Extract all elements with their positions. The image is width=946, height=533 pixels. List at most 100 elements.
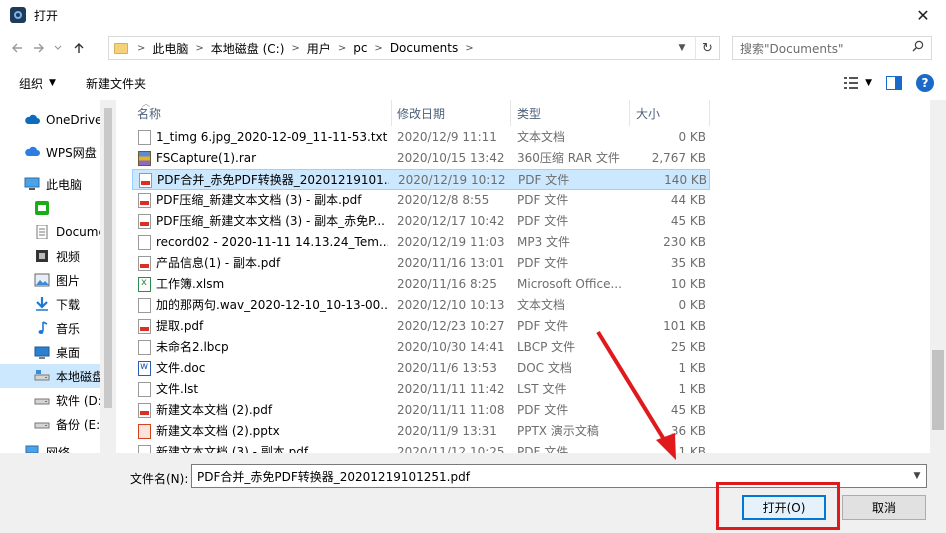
file-row[interactable]: 文件.lst 2020/11/11 11:42 LST 文件 1 KB	[132, 379, 710, 400]
file-txt-icon	[138, 298, 151, 313]
breadcrumb-drive-c[interactable]: 本地磁盘 (C:)	[211, 40, 285, 57]
file-row[interactable]: 文件.doc 2020/11/6 13:53 DOC 文档 1 KB	[132, 358, 710, 379]
list-scrollbar[interactable]	[930, 100, 946, 453]
cloud-icon	[25, 114, 40, 124]
file-type: MP3 文件	[517, 235, 571, 249]
nav-item-documents[interactable]: Documents	[0, 220, 100, 244]
nav-item-this-pc[interactable]: 此电脑	[0, 172, 100, 196]
file-txt-icon	[138, 382, 151, 397]
nav-item-app[interactable]	[0, 196, 100, 220]
breadcrumb-pc[interactable]: pc	[353, 41, 367, 55]
nav-scrollbar[interactable]	[100, 100, 116, 453]
nav-item-wps-cloud[interactable]: WPS网盘	[0, 140, 100, 164]
chevron-right-icon[interactable]: >	[195, 43, 203, 54]
file-name: 文件.doc	[156, 361, 206, 375]
search-icon[interactable]	[912, 40, 924, 52]
file-row[interactable]: PDF压缩_新建文本文档 (3) - 副本.pdf 2020/12/8 8:55 P…	[132, 190, 710, 211]
chevron-right-icon[interactable]: >	[137, 43, 145, 54]
close-icon[interactable]: ✕	[900, 0, 946, 30]
nav-item-label: 备份 (E:)	[56, 417, 100, 432]
file-row[interactable]: 产品信息(1) - 副本.pdf 2020/11/16 13:01 PDF 文件 35…	[132, 253, 710, 274]
view-dropdown-icon[interactable]: ▼	[865, 78, 872, 88]
highlight-box	[716, 482, 840, 530]
nav-item-network[interactable]: 网络	[0, 440, 100, 453]
file-doc-icon	[138, 361, 151, 376]
organize-button[interactable]: 组织 ▼	[19, 75, 56, 92]
file-row[interactable]: record02 - 2020-11-11 14.13.24_Tem... 202…	[132, 232, 710, 253]
nav-item-videos[interactable]: 视频	[0, 244, 100, 268]
breadcrumb-this-pc[interactable]: 此电脑	[152, 40, 188, 57]
nav-item-drive-e[interactable]: 备份 (E:)	[0, 412, 100, 436]
chevron-right-icon[interactable]: >	[291, 43, 299, 54]
file-size: 10 KB	[670, 277, 706, 291]
command-bar: 组织 ▼ 新建文件夹 ▼ ?	[0, 66, 946, 100]
file-type: PDF 文件	[517, 445, 569, 453]
nav-item-music[interactable]: 音乐	[0, 316, 100, 340]
file-size: 230 KB	[663, 235, 706, 249]
up-icon[interactable]	[68, 37, 90, 59]
column-header-type[interactable]: 类型	[512, 100, 630, 126]
file-type: PDF 文件	[518, 173, 570, 187]
nav-item-label: 网络	[46, 445, 71, 454]
cancel-button[interactable]: 取消	[842, 495, 926, 520]
file-date: 2020/12/10 10:13	[397, 298, 505, 312]
nav-item-pictures[interactable]: 图片	[0, 268, 100, 292]
nav-item-label: 本地磁盘 (C:)	[56, 369, 100, 384]
file-row[interactable]: PDF压缩_新建文本文档 (3) - 副本_赤免P... 2020/12/17 1…	[132, 211, 710, 232]
preview-pane-icon[interactable]	[886, 76, 902, 90]
nav-item-onedrive[interactable]: OneDrive	[0, 108, 100, 132]
drive-icon	[34, 370, 50, 381]
list-scrollbar-thumb[interactable]	[932, 350, 944, 430]
column-header-date[interactable]: 修改日期	[393, 100, 511, 126]
search-input[interactable]: 搜索"Documents"	[732, 36, 932, 60]
column-header-name[interactable]: 名称	[134, 100, 392, 126]
folder-icon	[114, 42, 128, 54]
file-size: 1 KB	[678, 382, 706, 396]
nav-item-desktop[interactable]: 桌面	[0, 340, 100, 364]
file-row[interactable]: PDF合并_赤免PDF转换器_20201219101... 2020/12/19 …	[132, 169, 710, 190]
nav-item-label: 此电脑	[46, 177, 83, 192]
file-row[interactable]: 加的那两句.wav_2020-12-10_10-13-00... 2020/12/…	[132, 295, 710, 316]
breadcrumb-users[interactable]: 用户	[307, 40, 331, 57]
file-date: 2020/12/23 10:27	[397, 319, 505, 333]
desktop-icon	[34, 346, 50, 359]
file-date: 2020/12/9 11:11	[397, 130, 497, 144]
refresh-icon[interactable]: ↻	[695, 37, 719, 59]
chevron-right-icon[interactable]: >	[338, 43, 346, 54]
column-header-size[interactable]: 大小	[631, 100, 710, 126]
file-date: 2020/12/19 10:12	[398, 173, 506, 187]
back-icon[interactable]	[6, 37, 28, 59]
file-row[interactable]: 新建文本文档 (2).pdf 2020/11/11 11:08 PDF 文件 45 K…	[132, 400, 710, 421]
file-size: 44 KB	[670, 193, 706, 207]
nav-item-label: OneDrive	[46, 113, 100, 127]
new-folder-button[interactable]: 新建文件夹	[86, 75, 146, 92]
file-row[interactable]: 工作簿.xlsm 2020/11/16 8:25 Microsoft Office.…	[132, 274, 710, 295]
nav-item-downloads[interactable]: 下载	[0, 292, 100, 316]
help-icon[interactable]: ?	[916, 74, 934, 92]
recent-locations-chevron-icon[interactable]	[50, 37, 66, 59]
download-icon	[36, 297, 48, 311]
forward-icon[interactable]	[28, 37, 50, 59]
chevron-right-icon[interactable]: >	[374, 43, 382, 54]
nav-item-drive-d[interactable]: 软件 (D:)	[0, 388, 100, 412]
file-name: PDF压缩_新建文本文档 (3) - 副本_赤免P...	[156, 214, 385, 228]
nav-scrollbar-thumb[interactable]	[104, 108, 112, 408]
file-row[interactable]: 新建文本文档 (3) - 副本.pdf 2020/11/12 10:25 PDF 文…	[132, 442, 710, 453]
file-name: PDF压缩_新建文本文档 (3) - 副本.pdf	[156, 193, 362, 207]
title-bar: 打开 ✕	[0, 0, 946, 30]
file-date: 2020/11/11 11:42	[397, 382, 505, 396]
file-row[interactable]: 新建文本文档 (2).pptx 2020/11/9 13:31 PPTX 演示文稿 3…	[132, 421, 710, 442]
address-bar[interactable]: > 此电脑 > 本地磁盘 (C:) > 用户 > pc > Documents …	[108, 36, 720, 60]
file-type: PDF 文件	[517, 319, 569, 333]
file-row[interactable]: 未命名2.lbcp 2020/10/30 14:41 LBCP 文件 25 KB	[132, 337, 710, 358]
file-row[interactable]: 1_timg 6.jpg_2020-12-09_11-11-53.txt 2020…	[132, 127, 710, 148]
file-row[interactable]: 提取.pdf 2020/12/23 10:27 PDF 文件 101 KB	[132, 316, 710, 337]
file-row[interactable]: FSCapture(1).rar 2020/10/15 13:42 360压缩 RA…	[132, 148, 710, 169]
breadcrumb-documents[interactable]: Documents	[390, 41, 458, 55]
file-date: 2020/11/12 10:25	[397, 445, 505, 453]
view-options-icon[interactable]	[843, 76, 859, 90]
chevron-right-icon[interactable]: >	[465, 43, 473, 54]
address-dropdown-icon[interactable]: ▼	[671, 37, 693, 59]
nav-item-local-disk-c[interactable]: 本地磁盘 (C:)	[0, 364, 100, 388]
filename-dropdown-icon[interactable]: ▼	[908, 465, 926, 487]
